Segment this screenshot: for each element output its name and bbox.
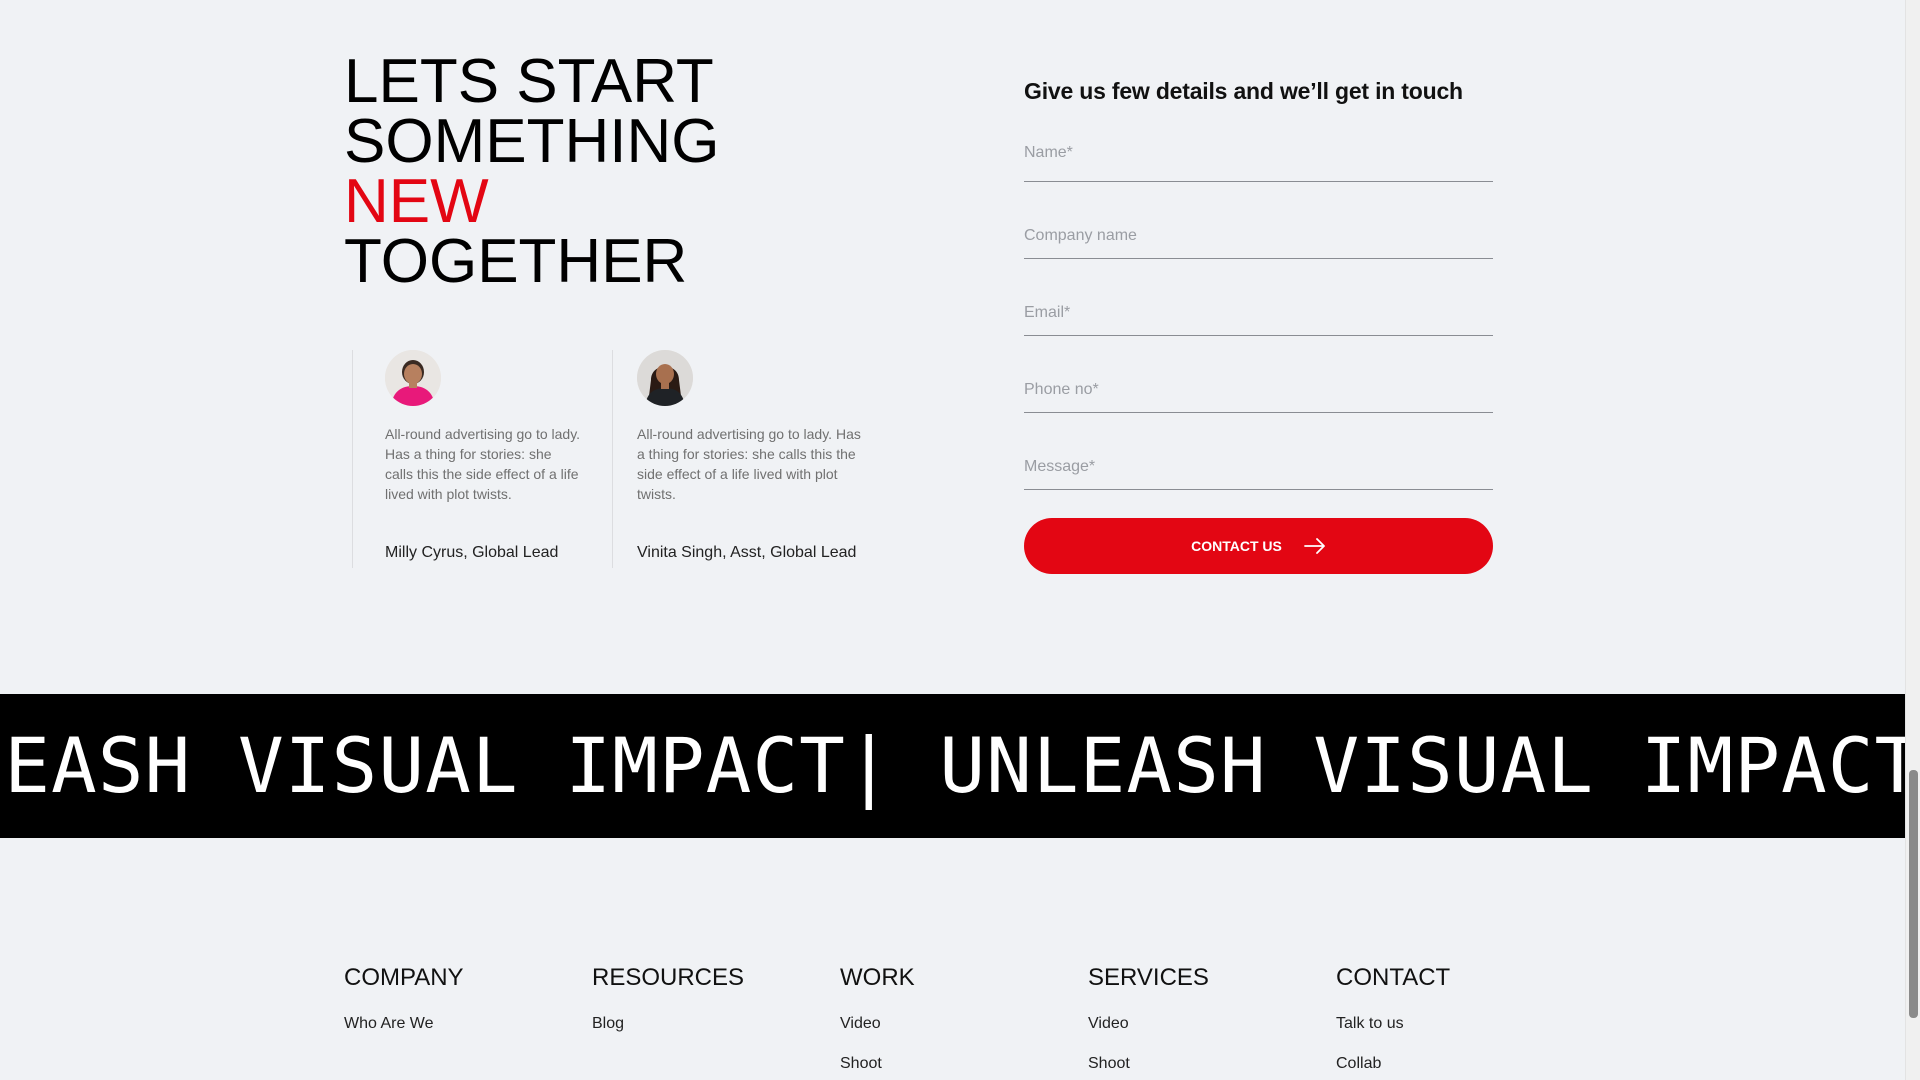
footer-link-blog[interactable]: Blog	[592, 1014, 840, 1034]
testimonial-quote: All-round advertising go to lady. Has a …	[385, 426, 581, 502]
footer-col-resources: RESOURCES Blog	[592, 964, 840, 1080]
footer-heading-resources: RESOURCES	[592, 964, 745, 991]
avatar-woman-pink-top-icon	[385, 350, 441, 406]
hero-line-3-accent: NEW	[344, 167, 489, 236]
avatar	[637, 350, 693, 406]
hero-title: LETS START SOMETHING NEW TOGETHER	[344, 47, 720, 296]
footer-link-services-video[interactable]: Video	[1088, 1014, 1336, 1034]
phone-field[interactable]	[1024, 336, 1493, 413]
hero-line-1: LETS START	[344, 47, 714, 116]
scrollbar-thumb[interactable]	[1909, 770, 1918, 1018]
message-field[interactable]	[1024, 413, 1493, 490]
testimonial-quote: All-round advertising go to lady. Has a …	[637, 426, 861, 502]
footer-link-talk-to-us[interactable]: Talk to us	[1336, 1014, 1584, 1034]
email-field[interactable]	[1024, 259, 1493, 336]
marquee-banner: UNLEASH VISUAL IMPACT| UNLEASH VISUAL IM…	[0, 694, 1905, 838]
name-field[interactable]	[1024, 125, 1493, 182]
footer-heading-services: SERVICES	[1088, 964, 1209, 991]
company-field[interactable]	[1024, 182, 1493, 259]
testimonial-card: All-round advertising go to lady. Has a …	[352, 350, 612, 568]
avatar-woman-dark-top-icon	[637, 350, 693, 406]
footer-col-company: COMPANY Who Are We	[344, 964, 592, 1080]
footer-col-services: SERVICES Video Shoot	[1088, 964, 1336, 1080]
contact-form: Give us few details and we’ll get in tou…	[1024, 78, 1493, 574]
hero-line-4: TOGETHER	[344, 227, 688, 296]
form-heading: Give us few details and we’ll get in tou…	[1024, 78, 1463, 104]
contact-us-label: CONTACT US	[1191, 538, 1282, 554]
footer: COMPANY Who Are We RESOURCES Blog WORK V…	[344, 964, 1584, 1080]
footer-heading-company: COMPANY	[344, 964, 464, 991]
marquee-text: UNLEASH VISUAL IMPACT| UNLEASH VISUAL IM…	[0, 721, 1905, 810]
contact-us-button[interactable]: CONTACT US	[1024, 518, 1493, 574]
footer-link-services-shoot[interactable]: Shoot	[1088, 1054, 1336, 1074]
footer-link-collab[interactable]: Collab	[1336, 1054, 1584, 1074]
testimonial-author: Vinita Singh, Asst, Global Lead	[637, 544, 857, 561]
avatar	[385, 350, 441, 406]
footer-col-contact: CONTACT Talk to us Collab	[1336, 964, 1584, 1080]
arrow-right-icon	[1303, 538, 1325, 554]
footer-link-who-are-we[interactable]: Who Are We	[344, 1014, 592, 1034]
page-scrollbar[interactable]	[1905, 0, 1920, 1080]
footer-heading-contact: CONTACT	[1336, 964, 1451, 991]
testimonial-author: Milly Cyrus, Global Lead	[385, 544, 559, 561]
footer-link-work-video[interactable]: Video	[840, 1014, 1088, 1034]
testimonial-card: All-round advertising go to lady. Has a …	[612, 350, 892, 568]
footer-col-work: WORK Video Shoot	[840, 964, 1088, 1080]
hero-line-2: SOMETHING	[344, 107, 720, 176]
footer-heading-work: WORK	[840, 964, 915, 991]
footer-link-work-shoot[interactable]: Shoot	[840, 1054, 1088, 1074]
